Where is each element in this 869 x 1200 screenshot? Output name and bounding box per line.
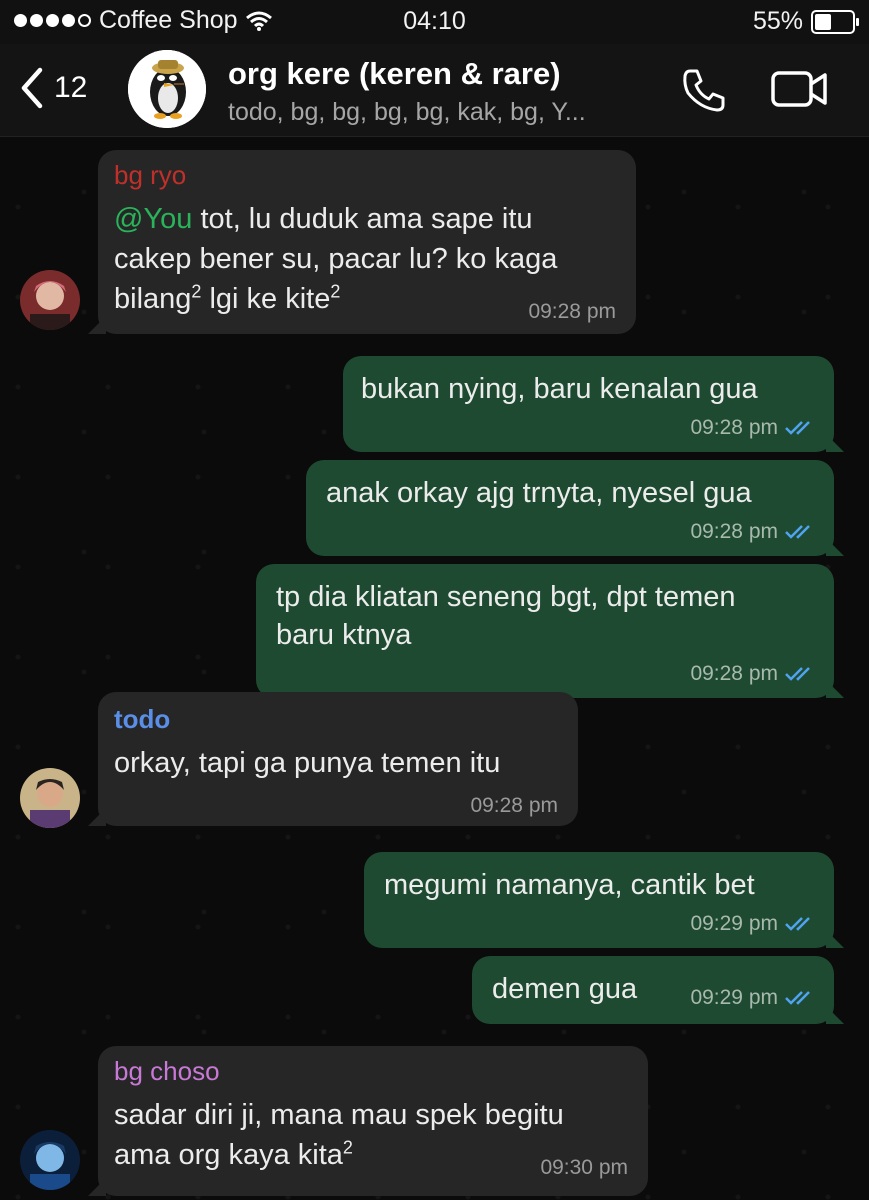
message-time: 09:28 pm xyxy=(470,794,558,817)
message-text: tp dia kliatan seneng bgt, dpt temen xyxy=(276,581,736,613)
message-bubble[interactable]: demen gua 09:29 pm xyxy=(472,956,844,1024)
message-text: sadar diri ji, mana mau spek begitu xyxy=(114,1099,564,1131)
avatar[interactable] xyxy=(20,1130,80,1190)
message-text: bukan nying, baru kenalan gua xyxy=(361,373,758,405)
message-text: @You tot, lu duduk ama sape itu xyxy=(114,203,533,235)
voice-call-button[interactable] xyxy=(680,66,728,119)
message-text: bilang2 lgi ke kite2 xyxy=(114,281,341,315)
battery-icon xyxy=(811,9,859,34)
avatar-bg-choso xyxy=(20,1130,80,1190)
phone-icon xyxy=(683,69,725,112)
message-bubble[interactable]: anak orkay ajg trnyta, nyesel gua 09:28 … xyxy=(306,460,844,556)
double-check-icon xyxy=(785,525,810,540)
video-call-button[interactable] xyxy=(770,70,828,113)
chevron-left-icon xyxy=(21,67,43,109)
message-text: megumi namanya, cantik bet xyxy=(384,869,755,901)
message-bubble[interactable]: bukan nying, baru kenalan gua 09:28 pm xyxy=(343,356,844,452)
message-sender: todo xyxy=(114,704,171,734)
message-bubble[interactable]: bg choso sadar diri ji, mana mau spek be… xyxy=(88,1046,648,1196)
message-text: orkay, tapi ga punya temen itu xyxy=(114,747,501,779)
group-name[interactable]: org kere (keren & rare) xyxy=(228,56,561,92)
double-check-icon xyxy=(785,667,810,682)
message-bubble[interactable]: bg ryo @You tot, lu duduk ama sape itu c… xyxy=(88,150,636,334)
battery-info: 55% xyxy=(752,7,859,36)
double-check-icon xyxy=(785,421,810,436)
double-check-icon xyxy=(785,991,810,1006)
group-avatar[interactable] xyxy=(128,50,206,128)
avatar-bg-ryo xyxy=(20,270,80,330)
message-time: 09:30 pm xyxy=(540,1156,628,1179)
message-bubble[interactable]: tp dia kliatan seneng bgt, dpt temen bar… xyxy=(256,564,844,698)
status-time: 04:10 xyxy=(403,7,466,35)
video-camera-icon xyxy=(771,71,827,107)
avatar[interactable] xyxy=(20,270,80,330)
message-text: anak orkay ajg trnyta, nyesel gua xyxy=(326,477,752,509)
message-time: 09:28 pm xyxy=(528,300,616,323)
group-members: todo, bg, bg, bg, bg, kak, bg, Y... xyxy=(228,98,586,126)
back-button[interactable]: 12 xyxy=(18,66,87,110)
message-time: 09:29 pm xyxy=(690,986,816,1010)
message-time: 09:28 pm xyxy=(690,416,816,440)
avatar-todo xyxy=(20,768,80,828)
penguin-avatar-image xyxy=(128,50,206,128)
message-text: demen gua xyxy=(492,973,638,1005)
status-bar: Coffee Shop 04:10 55% xyxy=(0,0,869,44)
battery-percent: 55% xyxy=(752,7,803,35)
double-check-icon xyxy=(785,917,810,932)
message-sender: bg ryo xyxy=(114,160,187,190)
message-list[interactable]: bg ryo @You tot, lu duduk ama sape itu c… xyxy=(0,136,869,1200)
message-text: baru ktnya xyxy=(276,619,412,651)
message-sender: bg choso xyxy=(114,1056,220,1086)
message-bubble[interactable]: megumi namanya, cantik bet 09:29 pm xyxy=(364,852,844,948)
message-text: cakep bener su, pacar lu? ko kaga xyxy=(114,243,558,275)
message-text: ama org kaya kita2 xyxy=(114,1137,353,1171)
avatar[interactable] xyxy=(20,768,80,828)
chat-header: 12 org kere (keren & rare) todo, bg, bg,… xyxy=(0,44,869,137)
unread-count: 12 xyxy=(54,71,88,104)
message-time: 09:28 pm xyxy=(690,662,816,686)
message-time: 09:28 pm xyxy=(690,520,816,544)
message-time: 09:29 pm xyxy=(690,912,816,936)
mention[interactable]: @You xyxy=(114,203,192,235)
message-bubble[interactable]: todo orkay, tapi ga punya temen itu 09:2… xyxy=(88,692,578,826)
